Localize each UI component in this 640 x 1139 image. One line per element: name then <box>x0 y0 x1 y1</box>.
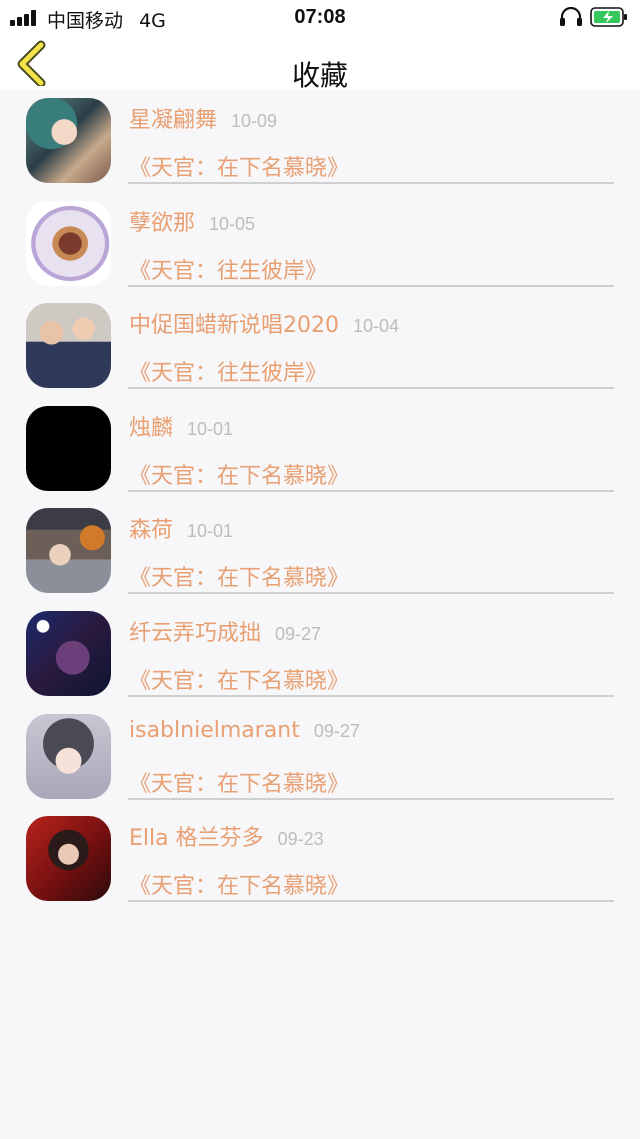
divider <box>128 694 614 697</box>
date-label: 10-04 <box>353 316 400 337</box>
favorite-item[interactable]: 中促国蜡新说唱2020 10-04 《天官：往生彼岸》 <box>0 295 640 398</box>
date-label: 09-27 <box>313 720 360 741</box>
avatar[interactable] <box>26 303 111 389</box>
favorite-item[interactable]: 森荷 10-01 《天官：在下名慕晓》 <box>0 500 640 603</box>
book-title: 《天官：在下名慕晓》 <box>129 771 350 797</box>
book-title: 《天官：往生彼岸》 <box>129 361 328 387</box>
divider <box>128 182 614 184</box>
book-title: 《天官：在下名慕晓》 <box>129 566 350 592</box>
book-title: 《天官：往生彼岸》 <box>129 258 328 284</box>
avatar[interactable] <box>26 405 111 491</box>
date-label: 10-05 <box>209 213 256 234</box>
date-label: 10-09 <box>231 111 278 131</box>
user-name: 纤云弄巧成拙 <box>129 620 262 646</box>
favorite-item[interactable]: 星凝翩舞 10-09 《天官：在下名慕晓》 <box>0 90 640 193</box>
avatar[interactable] <box>26 713 111 799</box>
divider <box>128 900 614 903</box>
user-name: 孽欲那 <box>129 210 196 236</box>
avatar[interactable] <box>26 816 111 902</box>
divider <box>128 489 614 492</box>
user-name: 森荷 <box>129 518 174 544</box>
divider <box>128 592 614 595</box>
status-bar: 中国移动 4G 07:08 <box>0 0 640 34</box>
favorite-item[interactable]: 纤云弄巧成拙 09-27 《天官：在下名慕晓》 <box>0 603 640 706</box>
favorite-item[interactable]: 孽欲那 10-05 《天官：往生彼岸》 <box>0 193 640 296</box>
favorites-list: 星凝翩舞 10-09 《天官：在下名慕晓》 孽欲那 10-05 《天官：往生彼岸》 … <box>0 90 640 911</box>
avatar[interactable] <box>26 98 111 183</box>
date-label: 10-01 <box>187 521 234 542</box>
user-name: isablnielmarant <box>129 717 300 743</box>
status-time: 07:08 <box>294 6 346 28</box>
favorite-item[interactable]: isablnielmarant 09-27 《天官：在下名慕晓》 <box>0 706 640 809</box>
user-name: 星凝翩舞 <box>129 108 218 133</box>
date-label: 09-27 <box>275 623 322 644</box>
battery-charging-icon <box>590 7 627 27</box>
user-name: Ella 格兰芬多 <box>129 826 264 852</box>
book-title: 《天官：在下名慕晓》 <box>129 874 350 900</box>
favorite-item[interactable]: 烛麟 10-01 《天官：在下名慕晓》 <box>0 398 640 501</box>
divider <box>128 284 614 287</box>
book-title: 《天官：在下名慕晓》 <box>129 156 350 181</box>
navigation-bar: 收藏 <box>0 34 640 92</box>
book-title: 《天官：在下名慕晓》 <box>129 463 350 489</box>
avatar[interactable] <box>26 200 111 286</box>
book-title: 《天官：在下名慕晓》 <box>129 668 350 694</box>
date-label: 10-01 <box>187 418 234 439</box>
page-title: 收藏 <box>291 59 348 92</box>
date-label: 09-23 <box>277 829 324 850</box>
headphone-icon <box>560 7 582 26</box>
divider <box>128 797 614 800</box>
favorite-item[interactable]: Ella 格兰芬多 09-23 《天官：在下名慕晓》 <box>0 808 640 911</box>
user-name: 烛麟 <box>129 415 174 441</box>
user-name: 中促国蜡新说唱2020 <box>129 313 339 339</box>
divider <box>128 387 614 390</box>
avatar[interactable] <box>26 508 111 594</box>
avatar[interactable] <box>26 610 111 696</box>
